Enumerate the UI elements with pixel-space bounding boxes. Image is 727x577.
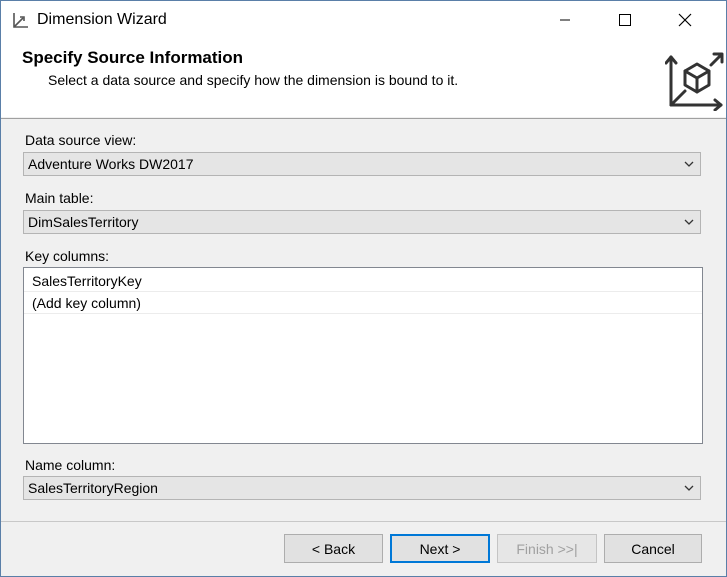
cancel-button[interactable]: Cancel xyxy=(604,534,702,563)
minimize-button[interactable] xyxy=(542,1,588,39)
name-column-value: SalesTerritoryRegion xyxy=(28,480,158,496)
finish-button[interactable]: Finish >>| xyxy=(497,534,597,563)
close-icon xyxy=(678,13,692,27)
title-bar: Dimension Wizard xyxy=(1,1,726,39)
next-button[interactable]: Next > xyxy=(390,534,490,563)
name-column-label: Name column: xyxy=(25,457,116,473)
key-columns-label: Key columns: xyxy=(25,248,110,264)
chevron-down-icon xyxy=(684,161,694,167)
dimension-cube-icon xyxy=(665,52,724,111)
add-key-column-row[interactable]: (Add key column) xyxy=(24,292,702,314)
main-table-dropdown[interactable]: DimSalesTerritory xyxy=(23,210,701,234)
data-source-view-dropdown[interactable]: Adventure Works DW2017 xyxy=(23,152,701,176)
data-source-view-value: Adventure Works DW2017 xyxy=(28,156,194,172)
page-title: Specify Source Information xyxy=(22,48,244,67)
back-button[interactable]: < Back xyxy=(284,534,383,563)
window-title: Dimension Wizard xyxy=(37,11,167,28)
maximize-icon xyxy=(619,14,631,26)
footer-separator xyxy=(1,521,726,522)
data-source-view-label: Data source view: xyxy=(25,132,137,148)
maximize-button[interactable] xyxy=(602,1,648,39)
wizard-header: Specify Source Information Select a data… xyxy=(1,39,726,117)
header-separator xyxy=(1,118,726,119)
close-button[interactable] xyxy=(662,1,708,39)
main-table-value: DimSalesTerritory xyxy=(28,214,139,230)
wizard-app-icon xyxy=(13,13,28,28)
dimension-wizard-window: Dimension Wizard Specify Source Informat… xyxy=(0,0,727,577)
key-column-row[interactable]: SalesTerritoryKey xyxy=(24,270,702,292)
page-subtitle: Select a data source and specify how the… xyxy=(48,72,459,88)
minimize-icon xyxy=(560,19,570,21)
chevron-down-icon xyxy=(684,219,694,225)
main-table-label: Main table: xyxy=(25,190,94,206)
name-column-dropdown[interactable]: SalesTerritoryRegion xyxy=(23,476,701,500)
chevron-down-icon xyxy=(684,485,694,491)
key-columns-grid[interactable]: SalesTerritoryKey (Add key column) xyxy=(23,267,703,444)
